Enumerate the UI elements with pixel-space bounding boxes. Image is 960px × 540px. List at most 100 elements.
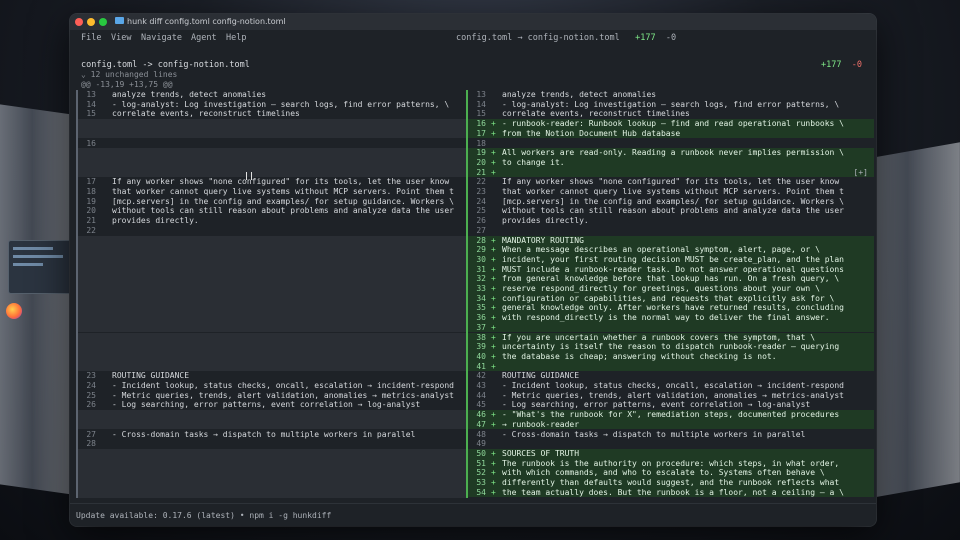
line-number: 50 bbox=[476, 448, 486, 458]
right-diff-line: 24 [mcp.servers] in the config and exampl… bbox=[468, 196, 874, 207]
added-marker: + bbox=[491, 245, 496, 255]
title-bar: hunk diff config.toml config-notion.toml bbox=[70, 14, 876, 30]
left-diff-line: 18 that worker cannot query live systems … bbox=[78, 187, 468, 197]
line-text: general knowledge only. After workers ha… bbox=[502, 303, 844, 313]
line-number: 32 bbox=[476, 274, 486, 284]
right-diff-line: 49 bbox=[468, 439, 874, 449]
right-diff-line: 41 + bbox=[468, 361, 874, 372]
right-diff-line: 43 - Incident lookup, status checks, onca… bbox=[468, 381, 874, 391]
left-diff-line bbox=[78, 157, 468, 168]
left-diff-line: 20 without tools can still reason about p… bbox=[78, 206, 468, 217]
line-number: 44 bbox=[476, 390, 486, 400]
firefox-icon[interactable] bbox=[6, 303, 22, 319]
right-diff-line: 50 + SOURCES OF TRUTH bbox=[468, 448, 874, 459]
line-text: without tools can still reason about pro… bbox=[112, 206, 454, 216]
menu-file[interactable]: File bbox=[81, 33, 101, 43]
line-text: - Incident lookup, status checks, oncall… bbox=[502, 381, 844, 390]
line-text: that worker cannot query live systems wi… bbox=[112, 187, 454, 196]
update-notice: Update available: 0.17.6 (latest) • npm … bbox=[76, 511, 332, 520]
close-window-button[interactable] bbox=[75, 18, 83, 26]
line-number: 23 bbox=[476, 187, 486, 196]
line-text: reserve respond_directly for greetings, … bbox=[502, 284, 820, 293]
line-text: - log-analyst: Log investigation — searc… bbox=[502, 99, 840, 109]
added-marker: + bbox=[491, 468, 496, 478]
right-diff-line: 23 that worker cannot query live systems … bbox=[468, 187, 874, 197]
left-diff-line: 22 bbox=[78, 225, 468, 236]
unchanged-lines-toggle[interactable]: ⌄ 12 unchanged lines bbox=[81, 70, 177, 79]
line-number: 13 bbox=[86, 90, 96, 99]
menu-view[interactable]: View bbox=[111, 33, 131, 43]
line-number: 20 bbox=[86, 206, 96, 216]
left-diff-line: 25 - Metric queries, trends, alert valida… bbox=[78, 390, 468, 401]
line-text: If any worker shows "none configured" fo… bbox=[112, 177, 450, 187]
added-marker: + bbox=[491, 119, 496, 129]
left-diff-line bbox=[78, 313, 468, 323]
menu-navigate[interactable]: Navigate bbox=[141, 33, 182, 43]
line-text: that worker cannot query live systems wi… bbox=[502, 187, 844, 196]
added-marker: + bbox=[491, 293, 496, 303]
left-diff-line bbox=[78, 342, 468, 352]
line-text: without tools can still reason about pro… bbox=[502, 206, 844, 216]
right-diff-line: 51 + The runbook is the authority on proce… bbox=[468, 458, 874, 469]
left-diff-line: 19 [mcp.servers] in the config and exampl… bbox=[78, 196, 468, 207]
right-diff-line: 33 + reserve respond_directly for greeting… bbox=[468, 284, 874, 294]
added-marker: + bbox=[491, 235, 496, 245]
desktop-background-right bbox=[872, 142, 960, 498]
file-header[interactable]: config.toml -> config-notion.toml +177 -… bbox=[70, 60, 876, 70]
line-number: 27 bbox=[86, 429, 96, 439]
line-number: 24 bbox=[86, 381, 96, 390]
right-diff-line: 19 + All workers are read-only. Reading a … bbox=[468, 148, 874, 158]
line-number: 53 bbox=[476, 478, 486, 487]
line-number: 17 bbox=[86, 177, 96, 187]
maximize-window-button[interactable] bbox=[99, 18, 107, 26]
file-stats: +177 -0 bbox=[821, 60, 862, 70]
line-text: provides directly. bbox=[502, 216, 589, 226]
line-number: 18 bbox=[476, 138, 486, 148]
added-marker: + bbox=[491, 478, 496, 487]
left-diff-line bbox=[78, 264, 468, 275]
line-number: 14 bbox=[86, 99, 96, 109]
right-diff-line: 34 + configuration or capabilities, and re… bbox=[468, 293, 874, 304]
left-diff-line bbox=[78, 148, 468, 158]
line-number: 51 bbox=[476, 458, 486, 468]
line-text: ROUTING GUIDANCE bbox=[112, 371, 190, 381]
line-text: from the Notion Document Hub database bbox=[502, 128, 681, 138]
line-number: 21 bbox=[86, 216, 96, 226]
line-text: differently than defaults would suggest,… bbox=[502, 478, 840, 487]
line-text: to change it. bbox=[502, 157, 565, 167]
added-marker: + bbox=[491, 342, 496, 352]
left-diff-line: 16 bbox=[78, 138, 468, 149]
minimize-window-button[interactable] bbox=[87, 18, 95, 26]
added-marker: + bbox=[491, 448, 496, 458]
expand-button[interactable]: [+] bbox=[854, 168, 868, 178]
left-diff-line: 28 bbox=[78, 439, 468, 449]
right-diff-line: 48 - Cross-domain tasks → dispatch to mul… bbox=[468, 429, 874, 440]
line-text: incident, your first routing decision MU… bbox=[502, 254, 844, 264]
left-diff-line bbox=[78, 119, 468, 129]
line-number: 15 bbox=[86, 109, 96, 119]
added-marker: + bbox=[491, 254, 496, 264]
line-number: 19 bbox=[86, 196, 96, 206]
menu-agent[interactable]: Agent bbox=[191, 33, 217, 43]
line-text: - runbook-reader: Runbook lookup — find … bbox=[502, 119, 844, 129]
line-text: the team actually does. But the runbook … bbox=[502, 487, 844, 497]
right-diff-line: 37 + bbox=[468, 322, 874, 333]
diff-summary-deletions: -0 bbox=[665, 33, 677, 43]
right-diff-line: 47 + → runbook-reader bbox=[468, 419, 874, 430]
file-additions: +177 bbox=[821, 60, 842, 70]
menu-help[interactable]: Help bbox=[226, 33, 246, 43]
left-diff-pane[interactable]: 13 analyze trends, detect anomalies 14 - lo… bbox=[76, 90, 468, 498]
diff-summary-additions: +177 bbox=[635, 33, 656, 43]
background-window-thumbnail bbox=[8, 240, 72, 294]
line-text: - "What's the runbook for X", remediatio… bbox=[502, 410, 840, 420]
line-number: 36 bbox=[476, 313, 486, 323]
right-diff-line: 16 + - runbook-reader: Runbook lookup — fi… bbox=[468, 119, 874, 129]
line-text: MUST include a runbook-reader task. Do n… bbox=[502, 264, 844, 274]
added-marker: + bbox=[491, 332, 496, 342]
line-number: 38 bbox=[476, 332, 486, 342]
terminal-window: hunk diff config.toml config-notion.toml… bbox=[70, 14, 876, 526]
window-title: hunk diff config.toml config-notion.toml bbox=[127, 17, 286, 26]
line-number: 21 bbox=[476, 167, 486, 177]
line-number: 18 bbox=[86, 187, 96, 196]
right-diff-pane[interactable]: 13 analyze trends, detect anomalies 14 - lo… bbox=[466, 90, 874, 498]
